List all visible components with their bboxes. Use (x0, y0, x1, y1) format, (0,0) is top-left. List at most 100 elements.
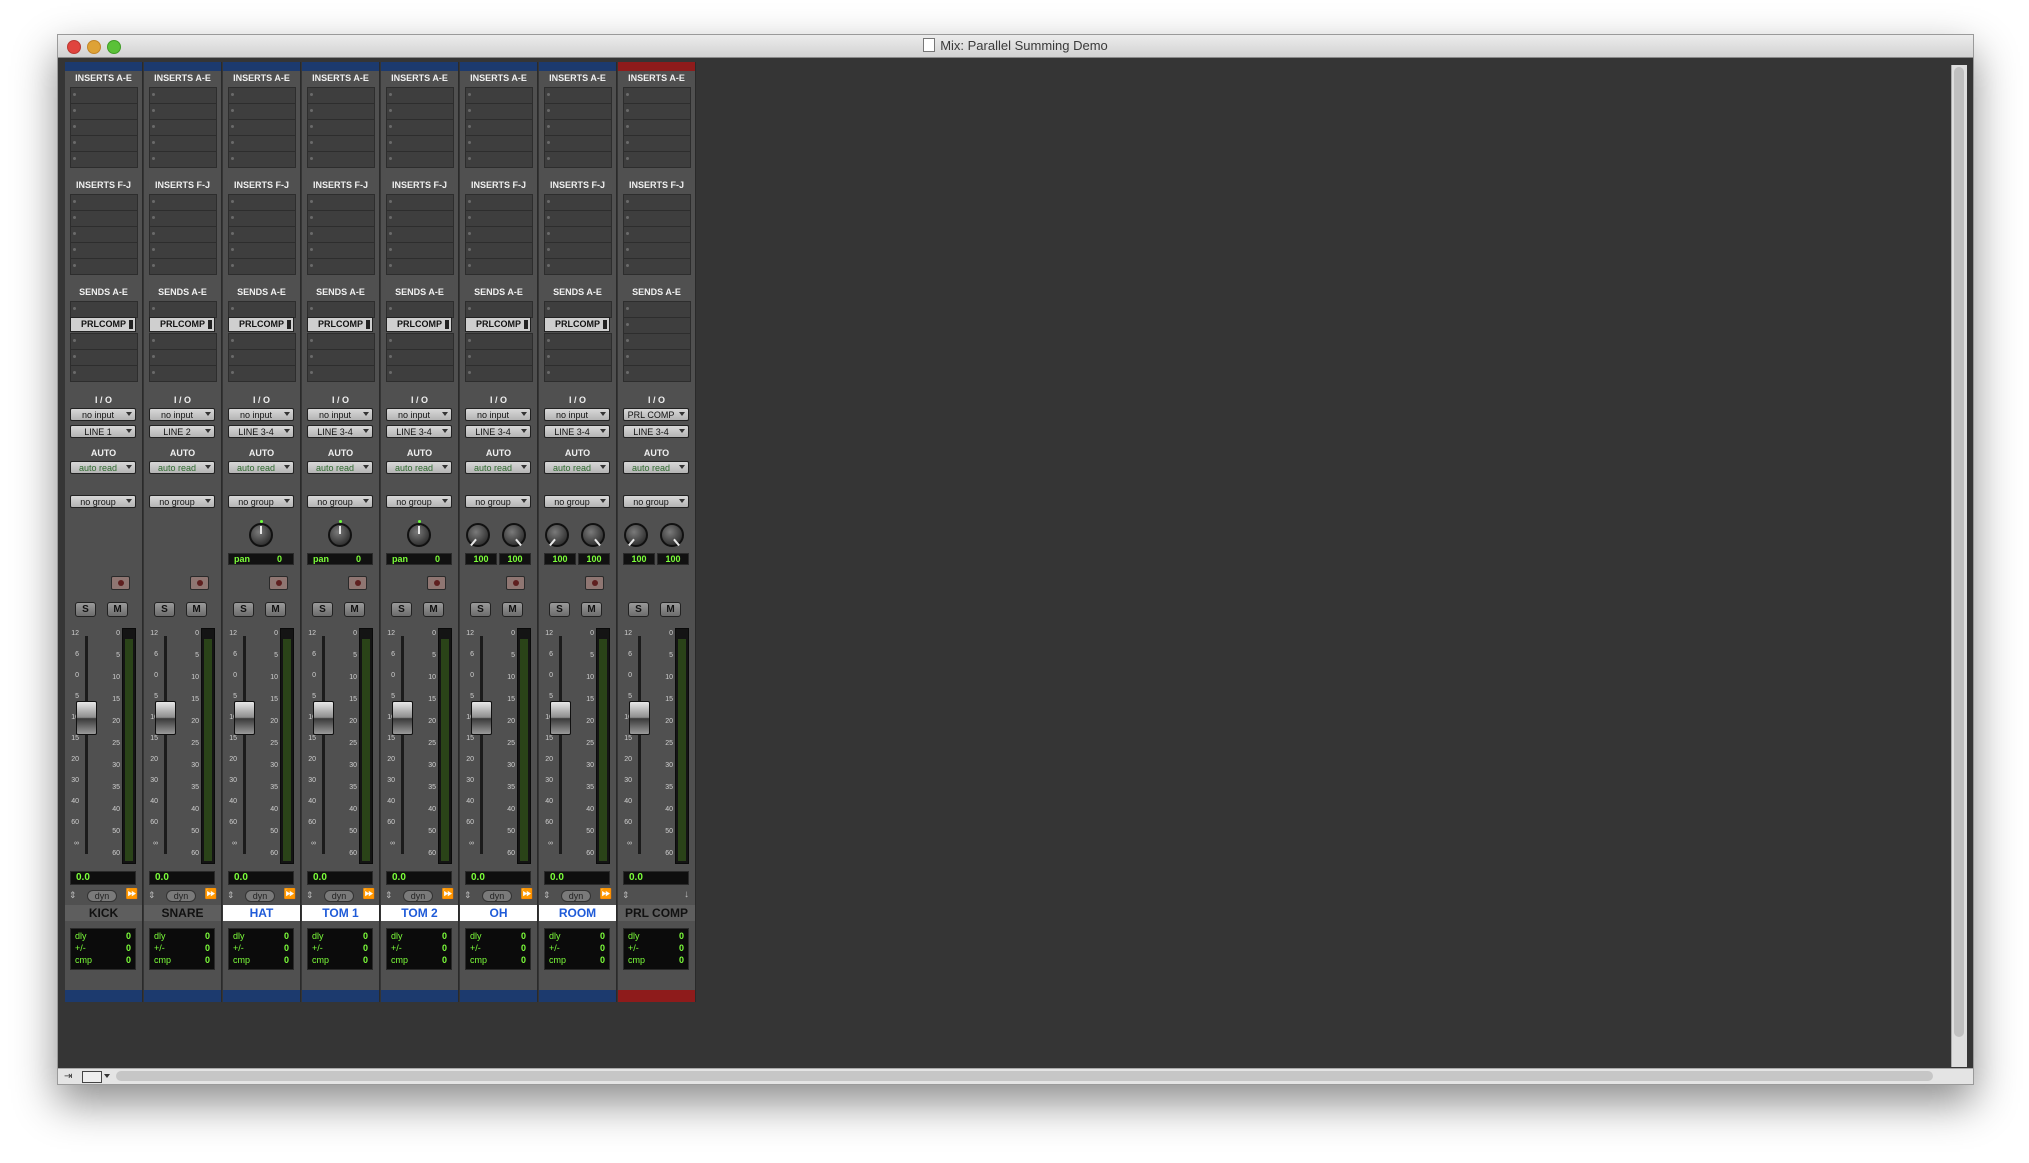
track-name[interactable]: OH (460, 905, 537, 921)
updown-arrows-icon[interactable]: ⇕ (464, 890, 472, 901)
insert-slot[interactable] (465, 87, 533, 104)
view-selector-icon[interactable] (82, 1071, 102, 1083)
insert-slot[interactable] (386, 194, 454, 211)
insert-slot[interactable] (544, 194, 612, 211)
automation-mode-selector[interactable]: auto read (386, 461, 452, 474)
mute-button[interactable]: M (344, 602, 365, 617)
pan-knob-left[interactable] (466, 523, 490, 547)
send-slot[interactable] (307, 365, 375, 382)
record-enable-button[interactable] (111, 576, 130, 590)
insert-slot[interactable] (307, 226, 375, 243)
insert-slot[interactable] (386, 87, 454, 104)
send-slot[interactable] (544, 365, 612, 382)
input-selector[interactable]: no input (307, 408, 373, 421)
send-slot[interactable] (386, 333, 454, 350)
insert-slot[interactable] (465, 151, 533, 168)
send-slot[interactable] (307, 349, 375, 366)
output-selector[interactable]: LINE 2 (149, 425, 215, 438)
insert-slot[interactable] (386, 103, 454, 120)
forward-arrow-icon[interactable]: ⏩ (126, 889, 138, 900)
updown-arrows-icon[interactable]: ⇕ (385, 890, 393, 901)
send-slot[interactable] (228, 349, 296, 366)
volume-display[interactable]: 0.0 (70, 871, 136, 885)
insert-slot[interactable] (228, 210, 296, 227)
horizontal-scrollbar[interactable]: ⇥ (58, 1068, 1973, 1084)
insert-slot[interactable] (623, 242, 691, 259)
solo-button[interactable]: S (628, 602, 649, 617)
pan-knob[interactable] (249, 523, 273, 547)
dyn-button[interactable]: dyn (324, 890, 354, 902)
record-enable-button[interactable] (585, 576, 604, 590)
send-slot[interactable] (623, 301, 691, 318)
send-slot[interactable] (228, 333, 296, 350)
send-slot[interactable] (465, 333, 533, 350)
group-selector[interactable]: no group (465, 495, 531, 508)
track-name[interactable]: SNARE (144, 905, 221, 921)
automation-mode-selector[interactable]: auto read (544, 461, 610, 474)
insert-slot[interactable] (465, 226, 533, 243)
automation-mode-selector[interactable]: auto read (149, 461, 215, 474)
insert-slot[interactable] (465, 258, 533, 275)
track-name[interactable]: HAT (223, 905, 300, 921)
output-selector[interactable]: LINE 3-4 (228, 425, 294, 438)
insert-slot[interactable] (544, 103, 612, 120)
insert-slot[interactable] (307, 103, 375, 120)
down-arrow-icon[interactable]: ↓ (684, 889, 689, 900)
insert-slot[interactable] (228, 194, 296, 211)
insert-slot[interactable] (307, 242, 375, 259)
pan-display-left[interactable]: 100 (544, 553, 576, 565)
insert-slot[interactable] (228, 242, 296, 259)
send-slot[interactable] (149, 301, 217, 318)
insert-slot[interactable] (544, 151, 612, 168)
forward-arrow-icon[interactable]: ⏩ (205, 889, 217, 900)
updown-arrows-icon[interactable]: ⇕ (622, 890, 630, 901)
insert-slot[interactable] (228, 103, 296, 120)
send-slot[interactable] (149, 365, 217, 382)
record-enable-button[interactable] (506, 576, 525, 590)
insert-slot[interactable] (544, 242, 612, 259)
send-slot-prlcomp[interactable]: PRLCOMP (70, 317, 136, 332)
insert-slot[interactable] (623, 194, 691, 211)
insert-slot[interactable] (70, 242, 138, 259)
insert-slot[interactable] (70, 226, 138, 243)
title-bar[interactable]: Mix: Parallel Summing Demo (58, 35, 1973, 58)
record-enable-button[interactable] (190, 576, 209, 590)
group-selector[interactable]: no group (307, 495, 373, 508)
mute-button[interactable]: M (660, 602, 681, 617)
mute-button[interactable]: M (502, 602, 523, 617)
insert-slot[interactable] (544, 226, 612, 243)
insert-slot[interactable] (386, 119, 454, 136)
send-slot[interactable] (623, 333, 691, 350)
send-slot[interactable] (307, 333, 375, 350)
forward-arrow-icon[interactable]: ⏩ (600, 889, 612, 900)
insert-slot[interactable] (228, 151, 296, 168)
group-selector[interactable]: no group (228, 495, 294, 508)
input-selector[interactable]: no input (386, 408, 452, 421)
send-slot[interactable] (623, 365, 691, 382)
send-slot[interactable] (386, 301, 454, 318)
narrow-mix-icon[interactable]: ⇥ (64, 1071, 72, 1082)
insert-slot[interactable] (544, 258, 612, 275)
volume-fader[interactable] (471, 701, 492, 735)
input-selector[interactable]: no input (228, 408, 294, 421)
volume-fader[interactable] (234, 701, 255, 735)
insert-slot[interactable] (465, 103, 533, 120)
output-selector[interactable]: LINE 3-4 (307, 425, 373, 438)
track-name[interactable]: TOM 2 (381, 905, 458, 921)
output-selector[interactable]: LINE 3-4 (465, 425, 531, 438)
input-selector[interactable]: PRL COMP (623, 408, 689, 421)
insert-slot[interactable] (70, 119, 138, 136)
solo-button[interactable]: S (75, 602, 96, 617)
send-slot[interactable] (70, 333, 138, 350)
volume-fader[interactable] (76, 701, 97, 735)
insert-slot[interactable] (228, 226, 296, 243)
chevron-down-icon[interactable] (104, 1074, 110, 1078)
volume-display[interactable]: 0.0 (228, 871, 294, 885)
insert-slot[interactable] (623, 119, 691, 136)
automation-mode-selector[interactable]: auto read (307, 461, 373, 474)
insert-slot[interactable] (70, 258, 138, 275)
send-slot[interactable] (149, 333, 217, 350)
volume-display[interactable]: 0.0 (623, 871, 689, 885)
volume-fader[interactable] (392, 701, 413, 735)
insert-slot[interactable] (70, 103, 138, 120)
